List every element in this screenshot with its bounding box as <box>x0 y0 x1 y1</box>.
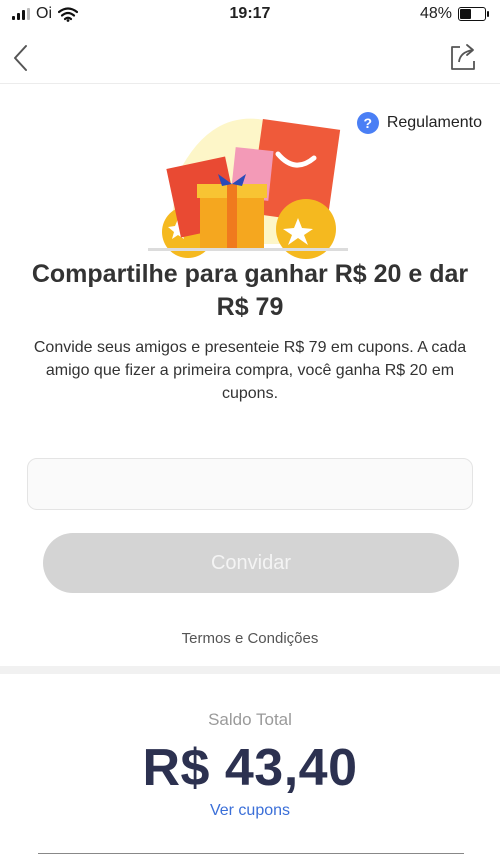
gift-illustration <box>148 118 348 259</box>
page-title: Compartilhe para ganhar R$ 20 e dar R$ 7… <box>31 260 469 321</box>
battery-percent: 48% <box>419 5 452 22</box>
terms-link[interactable]: Termos e Condições <box>0 630 500 647</box>
rules-label: Regulamento <box>386 114 482 131</box>
chevron-left-icon[interactable] <box>8 40 38 76</box>
invite-input[interactable] <box>27 458 473 510</box>
balance-amount: R$ 43,40 <box>142 739 358 797</box>
help-icon: ? <box>356 112 379 134</box>
invite-button[interactable]: Convidar <box>43 533 459 593</box>
section-separator <box>0 666 500 674</box>
status-bar: Oi 19:17 48% <box>0 0 500 30</box>
balance-label: Saldo Total <box>208 710 292 729</box>
view-coupons-link[interactable]: Ver cupons <box>0 802 500 820</box>
nav-header <box>0 36 500 80</box>
battery-icon <box>458 7 489 21</box>
divider <box>38 853 464 854</box>
share-icon[interactable] <box>448 42 478 72</box>
rules-link[interactable]: ? Regulamento <box>356 112 482 134</box>
status-right: 48% <box>419 5 489 23</box>
description: Convide seus amigos e presenteie R$ 79 e… <box>33 339 467 402</box>
nav-divider <box>0 83 500 84</box>
